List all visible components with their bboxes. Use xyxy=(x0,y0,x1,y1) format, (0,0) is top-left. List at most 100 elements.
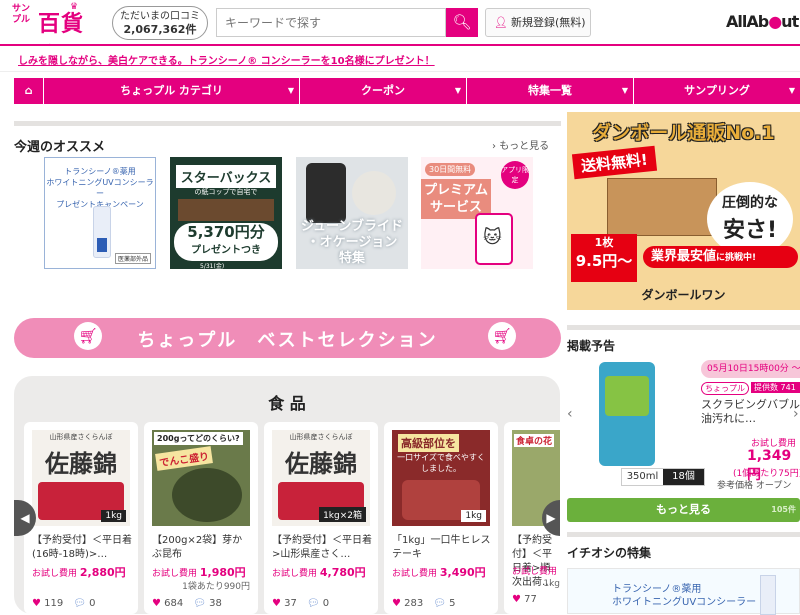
ad-text: 1枚 xyxy=(594,236,614,249)
nav-category-label: ちょっプル カテゴリ xyxy=(120,84,223,97)
nav-sampling[interactable]: サンプリング ▼ xyxy=(634,78,800,104)
thumb-text: 5/31(金) xyxy=(200,263,225,269)
register-label: 新規登録(無料) xyxy=(510,16,586,29)
preview-more-button[interactable]: もっと見る 105件 xyxy=(567,498,800,522)
cat-mascot-icon: 🐱︎ xyxy=(483,227,502,248)
ichioshi-text: トランシーノ®薬用 xyxy=(612,584,702,595)
ad-brand: ダンボールワン xyxy=(641,288,726,302)
ad-text: 圧倒的な xyxy=(722,195,778,211)
price-value: 2,880円 xyxy=(79,566,126,579)
product-image: 200gってどのくらい? でんこ盛り xyxy=(152,430,250,526)
main-nav: ⌂ ちょっプル カテゴリ ▼ クーポン ▼ 特集一覧 ▼ サンプリング ▼ xyxy=(14,78,800,104)
like-count: 684 xyxy=(164,598,184,609)
nav-home[interactable]: ⌂ xyxy=(14,78,44,104)
section-divider xyxy=(14,121,561,126)
product-name: 【予約受付】＜平日着>山形県産さく… xyxy=(272,535,372,560)
ad-text: 業界最安値 xyxy=(651,249,717,264)
thumb-text: 5,370円分 xyxy=(187,223,265,241)
price-label: お試し費用 xyxy=(152,569,198,579)
concealer-product-image xyxy=(760,575,776,615)
weekly-more-label: もっと見る xyxy=(499,141,550,152)
allabout-logo[interactable]: AllAb●ut xyxy=(726,12,799,31)
price-label: お試し費用 xyxy=(512,567,558,577)
product-image: 高級部位を 一口サイズで食べやすくしました。 1kg xyxy=(392,430,490,526)
comment-count: 0 xyxy=(322,598,330,609)
product-image-text: 高級部位を xyxy=(398,434,459,452)
provide-count-tag: 提供数 741 xyxy=(751,382,800,393)
home-icon: ⌂ xyxy=(24,84,33,97)
recommend-thumb-starbucks[interactable]: スターバックス の紙コップで自宅で 5,370円分 プレゼントつき 5/31(金… xyxy=(170,157,282,269)
flowers-image xyxy=(352,171,396,215)
concealer-cap-image xyxy=(97,238,107,252)
register-button[interactable]: 👤︎ 新規登録(無料) xyxy=(485,8,591,37)
product-card[interactable]: 山形県産さくらんぼ 佐藤錦 1kg×2箱 【予約受付】＜平日着>山形県産さく… … xyxy=(264,422,378,614)
chevron-right-icon: ▶ xyxy=(546,511,556,525)
search-button[interactable]: 🔍︎ xyxy=(446,8,478,37)
ichioshi-title: イチオシの特集 xyxy=(567,546,652,560)
coffee-products-image xyxy=(178,199,274,221)
product-price: お試し費用 1,980円 xyxy=(152,564,246,580)
nav-coupon[interactable]: クーポン ▼ xyxy=(300,78,467,104)
weekly-more-link[interactable]: › もっと見る xyxy=(492,137,549,152)
search-input[interactable] xyxy=(216,8,446,37)
food-section: 食 品 山形県産さくらんぼ 佐藤錦 1kg 【予約受付】＜平日着(16時-18時… xyxy=(14,376,560,614)
weekly-title: 今週のオススメ xyxy=(14,140,106,155)
ad-title: ダンボール通販No.1 xyxy=(592,122,775,144)
product-image-text: 山形県産さくらんぼ xyxy=(289,433,353,441)
product-price: お試し費用 2,880円 xyxy=(32,564,126,580)
nav-sampling-label: サンプリング xyxy=(684,84,750,97)
product-card[interactable]: 200gってどのくらい? でんこ盛り 【200g×2袋】芽かぶ昆布 お試し費用 … xyxy=(144,422,258,614)
preview-title: 掲載予告 xyxy=(567,339,616,353)
review-label: ただいまの口コミ xyxy=(120,11,200,22)
nav-features-label: 特集一覧 xyxy=(528,84,572,97)
heart-icon: ♥ xyxy=(512,594,521,605)
danball-one-ad[interactable]: ダンボール通販No.1 送料無料! 圧倒的な 安さ! 1枚 9.5円～ 業界最安… xyxy=(567,112,800,310)
like-count: 283 xyxy=(404,598,424,609)
comment-count: 5 xyxy=(449,598,456,609)
ad-price-box: 1枚 9.5円～ xyxy=(571,234,637,282)
comment-icon: 💬︎ xyxy=(193,598,206,609)
triangle-down-icon: ▼ xyxy=(287,86,294,95)
product-label-image xyxy=(605,376,649,416)
heart-icon: ♥ xyxy=(392,598,401,609)
site-header: サンプル ♛ 百貨店 ただいまの口コミ 2,067,362件 🔍︎ 👤︎新規登録… xyxy=(0,0,800,69)
ad-cheap-bubble: 圧倒的な 安さ! xyxy=(707,182,793,256)
product-image: 山形県産さくらんぼ 佐藤錦 1kg×2箱 xyxy=(272,430,370,526)
ad-text: に挑戦中! xyxy=(716,253,757,263)
product-name: 【予約受付】＜平日着(16時-18時)>… xyxy=(32,535,132,560)
chevron-left-icon[interactable]: ‹ xyxy=(567,406,577,422)
campaign-notice-bar: しみを隠しながら、美白ケアできる。トランシーノ® コンシーラーを10名様にプレゼ… xyxy=(0,44,800,72)
best-selection-banner[interactable]: 🛒︎ 🛒︎ ちょっプル ベストセレクション xyxy=(14,318,561,358)
ichioshi-banner[interactable]: トランシーノ®薬用 ホワイトニングUVコンシーラー xyxy=(567,568,800,615)
comment-count: 38 xyxy=(209,598,222,609)
product-card[interactable]: 高級部位を 一口サイズで食べやすくしました。 1kg 「1kg」一口牛ヒレステー… xyxy=(384,422,498,614)
triangle-down-icon: ▼ xyxy=(621,86,628,95)
thumb-text: スターバックス xyxy=(176,165,276,188)
quasi-drug-tag: 医薬部外品 xyxy=(114,253,151,264)
review-counter: ただいまの口コミ 2,067,362件 xyxy=(112,6,208,40)
preview-count: 105件 xyxy=(771,505,796,514)
price-label: お試し費用 xyxy=(32,569,78,579)
product-weight-tag: 1kg xyxy=(461,510,486,522)
user-icon: 👤︎ xyxy=(494,16,508,29)
product-stats: ♥ 77 xyxy=(512,594,537,605)
site-logo[interactable]: サンプル ♛ 百貨店 xyxy=(12,2,104,69)
product-price: お試し費用 3,490円 xyxy=(392,564,486,580)
product-image xyxy=(599,362,655,466)
price-value: 4,780円 xyxy=(319,566,366,579)
size-count: 18個 xyxy=(663,469,704,485)
thumb-text: トランシーノ®薬用 xyxy=(64,167,136,176)
price-value: 1,980円 xyxy=(199,566,246,579)
nav-features[interactable]: 特集一覧 ▼ xyxy=(467,78,634,104)
recommend-thumb-transino[interactable]: トランシーノ®薬用 ホワイトニングUVコンシーラー プレゼントキャンペーン 医薬… xyxy=(44,157,156,269)
product-stats: ♥ 684 💬︎ 38 xyxy=(152,594,222,609)
campaign-notice-link[interactable]: しみを隠しながら、美白ケアできる。トランシーノ® コンシーラーを10名様にプレゼ… xyxy=(18,52,435,67)
allabout-logo-part1: All xyxy=(726,12,747,31)
allabout-logo-part2: Ab xyxy=(746,12,769,31)
section-divider xyxy=(567,532,800,537)
product-card[interactable]: 山形県産さくらんぼ 佐藤錦 1kg 【予約受付】＜平日着(16時-18時)>… … xyxy=(24,422,138,614)
recommend-thumb-june-bride[interactable]: ジューンブライド ・オケージョン 特集 xyxy=(296,157,408,269)
like-count: 37 xyxy=(284,598,297,609)
nav-category[interactable]: ちょっプル カテゴリ ▼ xyxy=(44,78,300,104)
recommend-thumb-premium[interactable]: 30日間無料 アプリ限定 プレミアム サービス 🐱︎ xyxy=(421,157,533,269)
